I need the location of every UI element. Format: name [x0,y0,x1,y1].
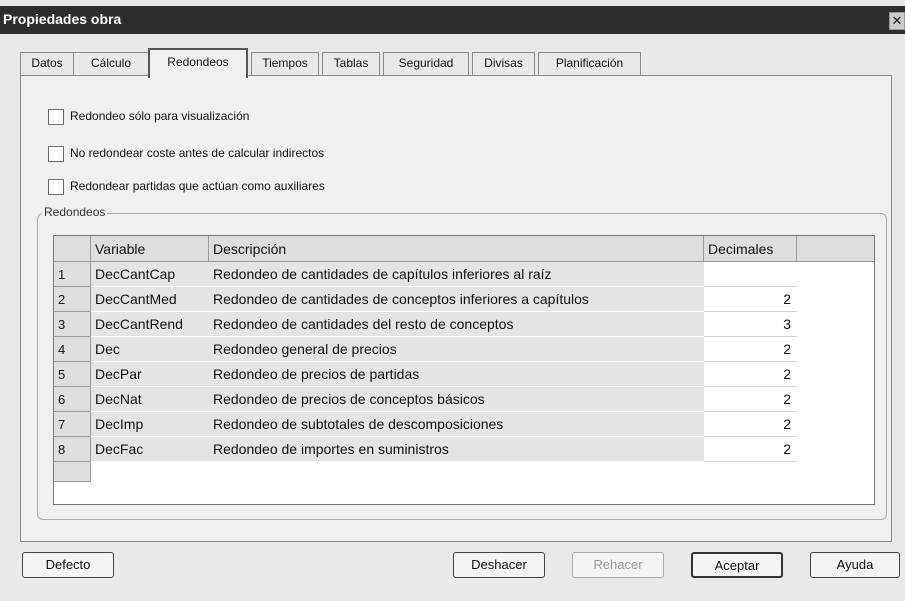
aceptar-button[interactable]: Aceptar [691,552,783,578]
row-header[interactable]: 3 [54,312,91,337]
close-icon[interactable]: ✕ [889,12,905,30]
cell-descripcion[interactable]: Redondeo general de precios [209,337,704,362]
cell-decimales[interactable]: 2 [704,337,797,362]
cell-variable[interactable]: DecFac [91,437,209,462]
redondeos-grid[interactable]: Variable Descripción Decimales 1 DecCant… [53,235,875,505]
row-header[interactable]: 7 [54,412,91,437]
cell-variable[interactable]: DecCantCap [91,262,209,287]
checkbox-box[interactable] [48,179,64,195]
checkbox-box[interactable] [48,109,64,125]
cell-descripcion[interactable]: Redondeo de cantidades del resto de conc… [209,312,704,337]
group-label: Redondeos [42,205,108,219]
row-header[interactable]: 2 [54,287,91,312]
ayuda-button[interactable]: Ayuda [810,552,900,578]
cell-descripcion[interactable]: Redondeo de cantidades de capítulos infe… [209,262,704,287]
checkbox-label: Redondeo sólo para visualización [70,109,250,123]
cell-descripcion[interactable]: Redondeo de subtotales de descomposicion… [209,412,704,437]
cell-descripcion[interactable]: Redondeo de precios de partidas [209,362,704,387]
row-header[interactable]: 1 [54,262,91,287]
tab-planificacion[interactable]: Planificación [538,52,641,75]
cell-descripcion[interactable]: Redondeo de importes en suministros [209,437,704,462]
cell-variable[interactable]: DecNat [91,387,209,412]
checkbox-label: Redondear partidas que actúan como auxil… [70,179,325,193]
cell-descripcion[interactable]: Redondeo de precios de conceptos básicos [209,387,704,412]
defecto-button[interactable]: Defecto [22,552,114,578]
cell-variable[interactable]: DecPar [91,362,209,387]
tab-datos[interactable]: Datos [20,52,74,75]
cell-variable[interactable]: DecImp [91,412,209,437]
row-header[interactable]: 4 [54,337,91,362]
cell-decimales[interactable]: 2 [704,387,797,412]
title-bar: Propiedades obra ✕ [0,6,905,34]
grid-corner [54,236,91,262]
cell-decimales[interactable] [704,262,797,287]
checkbox-box[interactable] [48,146,64,162]
tab-tablas[interactable]: Tablas [322,52,380,75]
cell-descripcion[interactable]: Redondeo de cantidades de conceptos infe… [209,287,704,312]
cell-variable[interactable]: Dec [91,337,209,362]
cell-decimales[interactable]: 2 [704,287,797,312]
column-header-empty [797,236,874,262]
column-header-variable[interactable]: Variable [91,236,209,262]
tab-seguridad[interactable]: Seguridad [383,52,469,75]
deshacer-button[interactable]: Deshacer [453,552,545,578]
tab-divisas[interactable]: Divisas [472,52,535,75]
cell-decimales[interactable]: 2 [704,437,797,462]
tab-tiempos[interactable]: Tiempos [251,52,319,75]
column-header-decimales[interactable]: Decimales [704,236,797,262]
tab-calculo[interactable]: Cálculo [73,52,149,75]
cell-decimales[interactable]: 3 [704,312,797,337]
tab-redondeos[interactable]: Redondeos [148,48,248,78]
cell-variable[interactable]: DecCantMed [91,287,209,312]
rehacer-button[interactable]: Rehacer [572,552,664,578]
cell-variable[interactable]: DecCantRend [91,312,209,337]
window-title: Propiedades obra [3,11,122,27]
cell-decimales[interactable]: 2 [704,412,797,437]
row-header[interactable]: 5 [54,362,91,387]
row-header[interactable]: 8 [54,437,91,462]
row-header-new[interactable] [54,462,91,482]
cell-decimales[interactable]: 2 [704,362,797,387]
checkbox-label: No redondear coste antes de calcular ind… [70,146,325,160]
column-header-descripcion[interactable]: Descripción [209,236,704,262]
row-header[interactable]: 6 [54,387,91,412]
